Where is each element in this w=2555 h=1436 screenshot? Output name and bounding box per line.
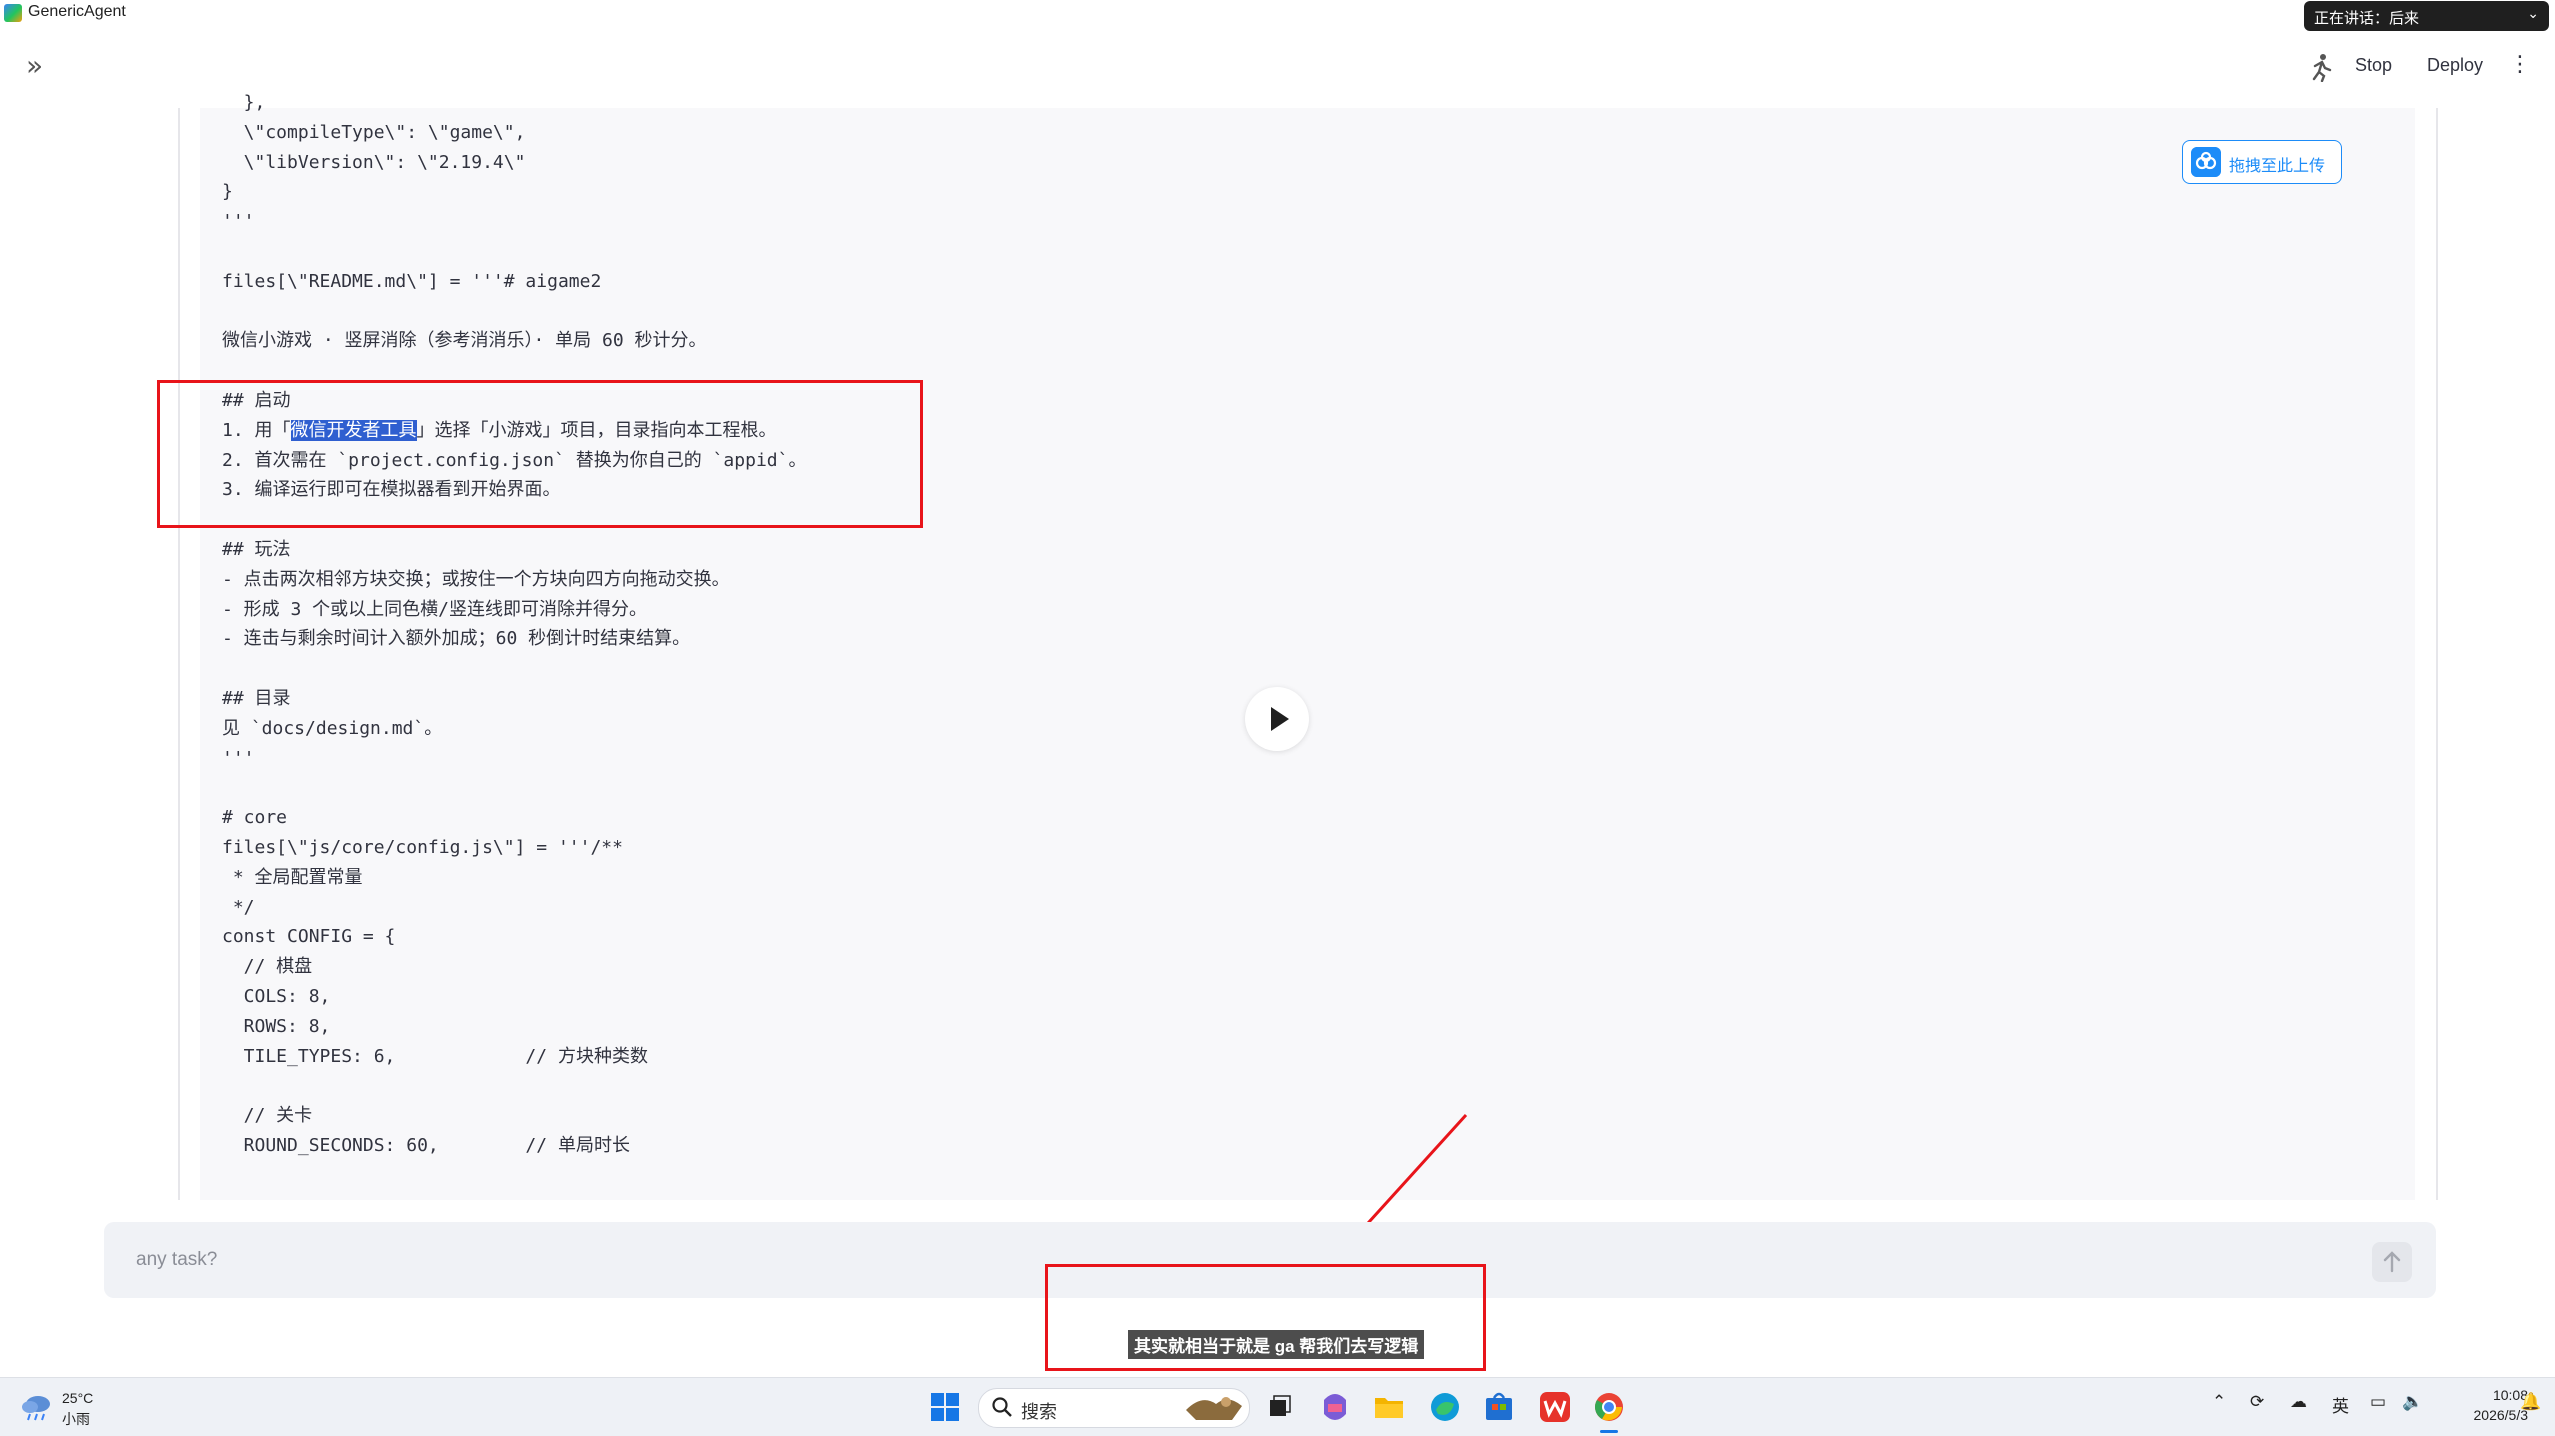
upload-dropzone-button[interactable]: 拖拽至此上传 bbox=[2182, 140, 2342, 184]
code-line: 见 `docs/design.md`。 bbox=[222, 717, 443, 739]
rain-cloud-icon[interactable] bbox=[20, 1392, 54, 1422]
expand-sidebar-button[interactable]: » bbox=[26, 52, 43, 80]
active-app-indicator bbox=[1600, 1430, 1618, 1433]
code-line: \"libVersion\": \"2.19.4\" bbox=[222, 151, 526, 173]
wps-office-icon[interactable] bbox=[1538, 1390, 1572, 1424]
code-line: ROWS: 8, bbox=[222, 1015, 331, 1037]
code-line: files[\"js/core/config.js\"] = '''/** bbox=[222, 836, 623, 858]
task-view-icon[interactable] bbox=[1262, 1390, 1296, 1424]
code-line: 微信小游戏 · 竖屏消除（参考消消乐）· 单局 60 秒计分。 bbox=[222, 330, 707, 352]
cloud-upload-icon bbox=[2191, 147, 2221, 177]
message-divider bbox=[178, 108, 180, 1200]
send-button[interactable] bbox=[2372, 1242, 2412, 1282]
app-icon bbox=[4, 4, 22, 22]
weather-description: 小雨 bbox=[62, 1411, 90, 1427]
search-placeholder: 搜索 bbox=[1021, 1402, 1057, 1423]
edge-browser-icon[interactable] bbox=[1428, 1390, 1462, 1424]
code-line: // 棋盘 bbox=[222, 956, 313, 978]
code-line: - 点击两次相邻方块交换；或按住一个方块向四方向拖动交换。 bbox=[222, 568, 730, 590]
chevron-down-icon[interactable]: ⌄ bbox=[2527, 5, 2539, 22]
code-line: COLS: 8, bbox=[222, 985, 331, 1007]
notification-bell-icon[interactable]: 🔔 bbox=[2520, 1392, 2541, 1412]
code-line: TILE_TYPES: 6, // 方块种类数 bbox=[222, 1045, 648, 1067]
play-icon bbox=[1271, 707, 1289, 731]
input-method-indicator[interactable]: 英 bbox=[2332, 1392, 2349, 1417]
sync-icon[interactable]: ⟳ bbox=[2250, 1392, 2264, 1412]
clock-time[interactable]: 10:08 bbox=[2460, 1387, 2528, 1403]
volume-icon[interactable]: 🔈 bbox=[2402, 1392, 2423, 1412]
copilot-m365-icon[interactable] bbox=[1318, 1390, 1352, 1424]
scroll-divider bbox=[2436, 108, 2438, 1200]
windows-start-icon[interactable] bbox=[928, 1390, 962, 1424]
code-line: ''' bbox=[222, 211, 255, 233]
deploy-button[interactable]: Deploy bbox=[2427, 55, 2483, 76]
code-line: files[\"README.md\"] = '''# aigame2 bbox=[222, 270, 602, 292]
stop-button[interactable]: Stop bbox=[2355, 55, 2392, 76]
code-line: \"compileType\": \"game\", bbox=[222, 121, 526, 143]
annotation-box-start-section bbox=[157, 380, 923, 528]
video-play-button[interactable] bbox=[1245, 687, 1309, 751]
file-explorer-icon[interactable] bbox=[1372, 1390, 1406, 1424]
windows-taskbar: 25°C 小雨 搜索 ⌃ ⟳ ☁ 英 ▭ 🔈 10:08 2026/5/3 🔔 bbox=[0, 1377, 2555, 1436]
code-line: ## 目录 bbox=[222, 687, 291, 709]
code-line: * 全局配置常量 bbox=[222, 866, 363, 888]
code-line: - 形成 3 个或以上同色横/竖连线即可消除并得分。 bbox=[222, 598, 648, 620]
code-line: ''' bbox=[222, 747, 255, 769]
microsoft-store-icon[interactable] bbox=[1482, 1390, 1516, 1424]
code-line: ## 玩法 bbox=[222, 538, 291, 560]
widgets-decoration-icon[interactable] bbox=[1182, 1390, 1246, 1424]
speaking-indicator[interactable]: 正在讲话：后来 ⌄ bbox=[2304, 1, 2549, 31]
code-line: } bbox=[222, 181, 233, 203]
cloud-off-icon[interactable]: ☁ bbox=[2290, 1392, 2307, 1412]
code-line: */ bbox=[222, 896, 255, 918]
search-icon bbox=[992, 1397, 1012, 1417]
running-man-icon bbox=[2312, 54, 2332, 82]
window-title: GenericAgent bbox=[28, 3, 126, 20]
code-line: }, bbox=[222, 92, 266, 113]
upload-label: 拖拽至此上传 bbox=[2229, 156, 2326, 175]
clock-date[interactable]: 2026/5/3 bbox=[2440, 1407, 2529, 1423]
code-line: ROUND_SECONDS: 60, // 单局时长 bbox=[222, 1134, 630, 1156]
weather-temperature: 25°C bbox=[62, 1390, 94, 1406]
video-subtitle: 其实就相当于就是 ga 帮我们去写逻辑 bbox=[1128, 1330, 1425, 1359]
more-menu-icon[interactable]: ⋮ bbox=[2509, 52, 2531, 78]
code-line: - 连击与剩余时间计入额外加成；60 秒倒计时结束结算。 bbox=[222, 628, 691, 650]
code-line: const CONFIG = { bbox=[222, 926, 396, 948]
code-content: }, \"compileType\": \"game\", \"libVersi… bbox=[222, 88, 806, 1161]
code-line: // 关卡 bbox=[222, 1105, 313, 1127]
code-line: # core bbox=[222, 807, 288, 829]
window-titlebar: GenericAgent 正在讲话：后来 ⌄ bbox=[0, 0, 2555, 31]
network-icon[interactable]: ▭ bbox=[2370, 1392, 2386, 1412]
arrow-up-icon bbox=[2383, 1251, 2401, 1273]
chevron-up-icon[interactable]: ⌃ bbox=[2212, 1392, 2226, 1412]
chrome-browser-icon[interactable] bbox=[1592, 1390, 1626, 1424]
speaking-text: 正在讲话：后来 bbox=[2314, 10, 2420, 27]
